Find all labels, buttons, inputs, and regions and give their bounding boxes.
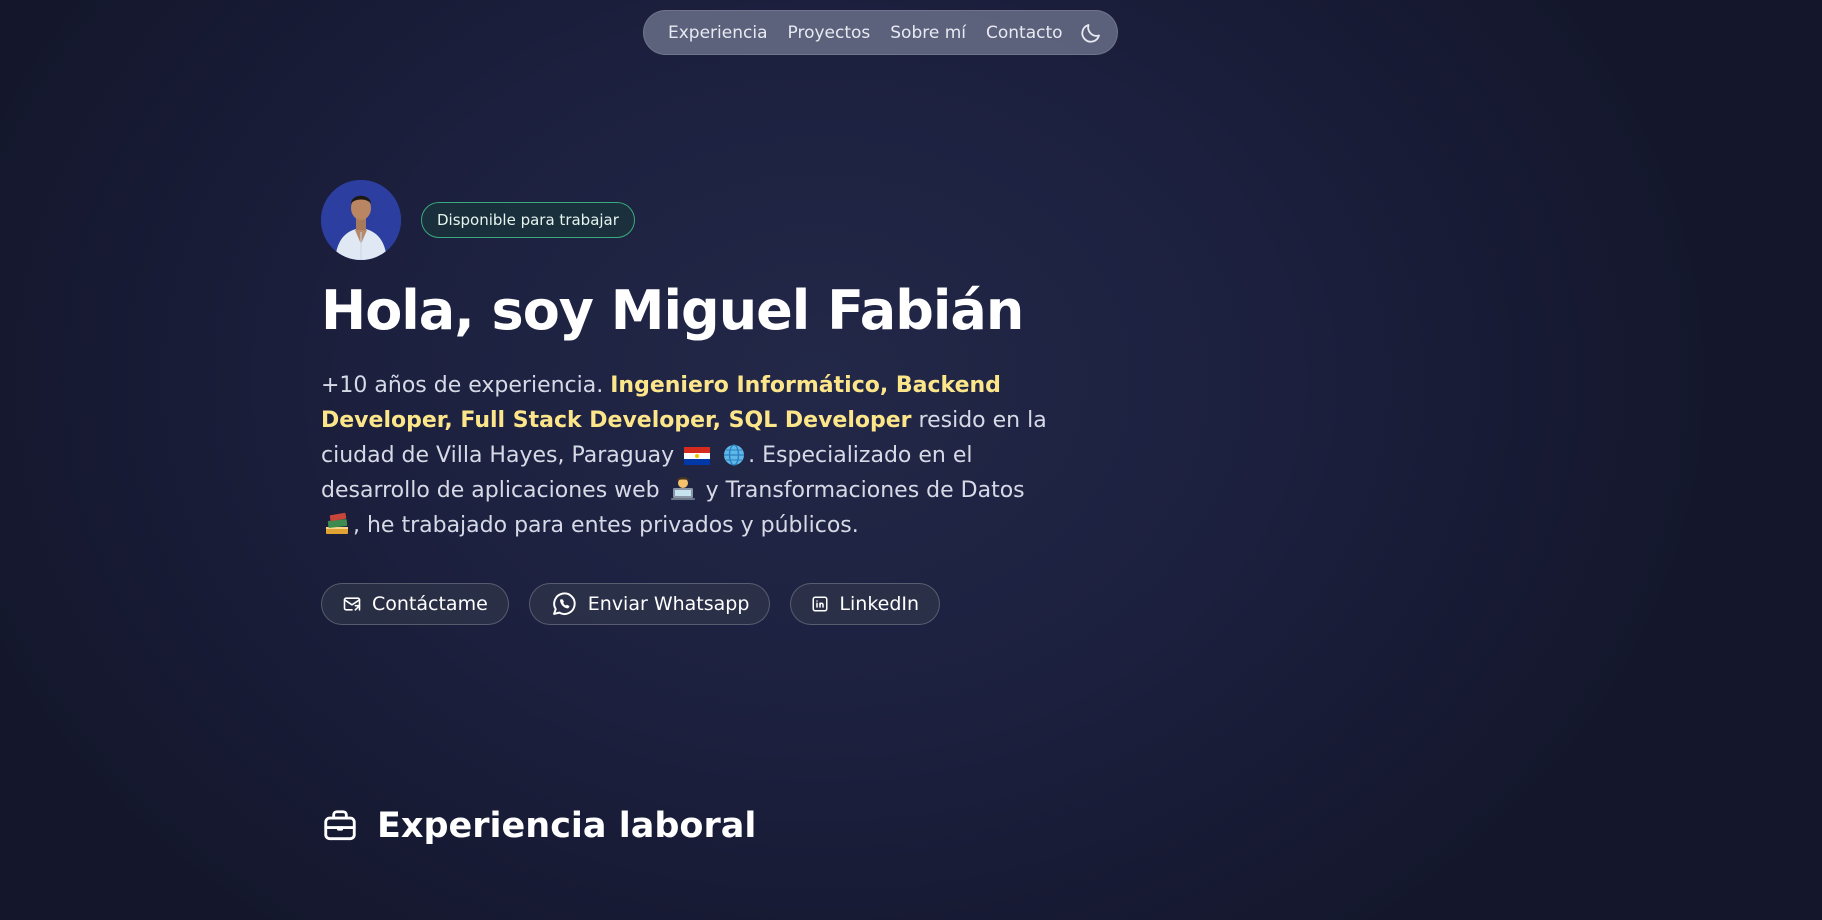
availability-badge: Disponible para trabajar [421,202,635,238]
moon-icon [1081,23,1100,43]
books-icon [326,512,348,534]
avatar [321,180,401,260]
page-title: Hola, soy Miguel Fabián [321,279,1024,342]
intro-text: +10 años de experiencia. [321,373,611,398]
avatar-image [321,180,401,260]
globe-icon [724,444,745,466]
technologist-icon [670,477,695,500]
contact-button-label: Contáctame [372,593,488,615]
whatsapp-button-label: Enviar Whatsapp [587,593,750,615]
data-transform-text: y Transformaciones de Datos [698,478,1025,503]
whatsapp-button[interactable]: Enviar Whatsapp [528,583,771,625]
hero-top-row: Disponible para trabajar [321,180,1061,260]
cta-row: Contáctame Enviar Whatsapp LinkedIn [321,583,1061,625]
nav-link-contacto[interactable]: Contacto [986,23,1063,43]
top-nav: Experiencia Proyectos Sobre mí Contacto [643,10,1118,55]
linkedin-button[interactable]: LinkedIn [790,583,941,625]
experience-title: Experiencia laboral [377,806,757,846]
paraguay-flag-icon [684,447,711,465]
nav-link-experiencia[interactable]: Experiencia [668,23,768,43]
contact-button[interactable]: Contáctame [321,583,509,625]
whatsapp-icon [552,592,576,615]
linkedin-icon [812,596,828,612]
mail-icon [343,597,361,611]
closing-text: , he trabajado para entes privados y púb… [353,513,859,538]
experience-heading: Experiencia laboral [321,806,756,846]
nav-link-sobre-mi[interactable]: Sobre mí [890,23,966,43]
briefcase-icon [324,810,356,841]
hero-section: Disponible para trabajar Hola, soy Migue… [321,180,1061,625]
hero-description: +10 años de experiencia. Ingeniero Infor… [321,368,1061,543]
linkedin-button-label: LinkedIn [839,593,920,615]
nav-link-proyectos[interactable]: Proyectos [788,23,871,43]
theme-toggle-button[interactable] [1079,20,1103,46]
